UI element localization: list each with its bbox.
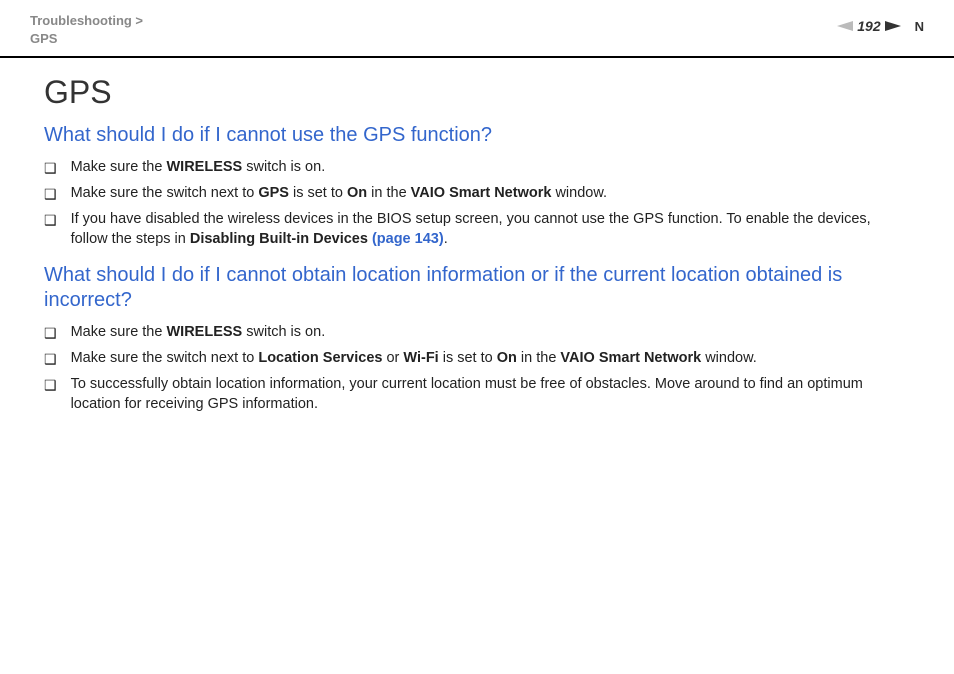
list-item: ❑ To successfully obtain location inform… [44,375,910,414]
bullet-icon: ❑ [44,376,57,395]
page-nav: 192 N [837,18,924,34]
page-link[interactable]: (page 143) [372,231,444,247]
bullet-icon: ❑ [44,350,57,369]
page-header: Troubleshooting > GPS 192 N [0,0,954,58]
bullet-icon: ❑ [44,324,57,343]
list-item: ❑ Make sure the switch next to Location … [44,349,910,369]
breadcrumb: Troubleshooting > GPS [30,12,143,48]
section-heading-2: What should I do if I cannot obtain loca… [44,263,910,313]
bullet-icon: ❑ [44,185,57,204]
bullet-text: Make sure the switch next to GPS is set … [71,184,910,204]
nav-next-icon[interactable] [885,21,901,31]
page-number: 192 [857,18,880,34]
list-item: ❑ Make sure the WIRELESS switch is on. [44,323,910,343]
bullet-text: Make sure the switch next to Location Se… [71,349,910,369]
bullet-icon: ❑ [44,211,57,230]
bullet-text: Make sure the WIRELESS switch is on. [71,158,910,178]
page-title: GPS [44,74,910,111]
list-item: ❑ Make sure the switch next to GPS is se… [44,184,910,204]
bullet-text: Make sure the WIRELESS switch is on. [71,323,910,343]
breadcrumb-section: Troubleshooting > [30,12,143,30]
bullet-text: To successfully obtain location informat… [71,375,910,414]
n-marker: N [915,19,924,34]
bullet-list-2: ❑ Make sure the WIRELESS switch is on. ❑… [44,323,910,414]
list-item: ❑ If you have disabled the wireless devi… [44,210,910,249]
bullet-text: If you have disabled the wireless device… [71,210,910,249]
nav-prev-icon[interactable] [837,21,853,31]
bullet-list-1: ❑ Make sure the WIRELESS switch is on. ❑… [44,158,910,249]
breadcrumb-page: GPS [30,30,143,48]
page-content: GPS What should I do if I cannot use the… [0,58,954,448]
list-item: ❑ Make sure the WIRELESS switch is on. [44,158,910,178]
bullet-icon: ❑ [44,159,57,178]
section-heading-1: What should I do if I cannot use the GPS… [44,123,910,148]
